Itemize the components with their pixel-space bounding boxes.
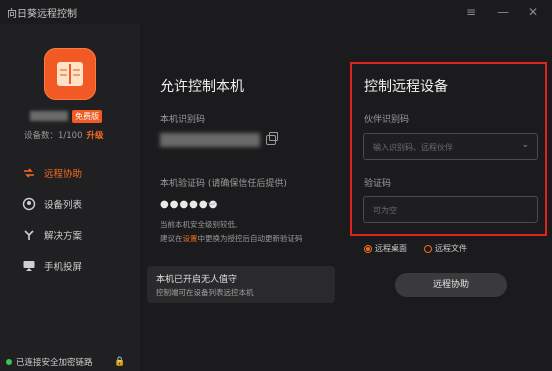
local-code-label: 本机验证码 (请确保信任后提供) <box>160 179 287 189</box>
settings-link[interactable]: 设置 <box>183 234 198 243</box>
eye-hidden-icon[interactable]: ︶ <box>207 200 216 213</box>
title-bar: 向日葵远程控制 ≡ — ✕ <box>0 0 552 24</box>
radio-remote-desktop[interactable]: 远程桌面 <box>364 243 407 254</box>
minimize-icon[interactable]: — <box>494 3 512 21</box>
remote-assist-icon <box>22 166 36 180</box>
device-count: 设备数：1/100 升级 <box>24 131 104 141</box>
close-icon[interactable]: ✕ <box>524 3 542 21</box>
radio-selected-icon[interactable] <box>364 244 372 253</box>
copy-icon[interactable] <box>266 132 278 145</box>
radio-unselected-icon[interactable] <box>424 244 432 253</box>
app-logo <box>44 48 96 100</box>
partner-id-input[interactable]: 输入识别码、远程伙伴 ⌄ <box>363 133 538 160</box>
status-dot <box>6 359 12 365</box>
sidebar-item-screen-cast[interactable]: 手机投屏 <box>22 256 82 276</box>
upgrade-link[interactable]: 升级 <box>87 131 104 141</box>
chevron-down-icon[interactable]: ⌄ <box>521 140 529 150</box>
device-list-icon <box>22 197 36 211</box>
verify-code-input[interactable]: 可为空 <box>363 196 538 223</box>
unattended-notice: 本机已开启无人值守 控制端可在设备列表远控本机 <box>147 266 335 303</box>
solution-icon <box>22 228 36 242</box>
screen-cast-icon <box>22 259 36 273</box>
allow-control-title: 允许控制本机 <box>160 79 244 95</box>
lock-icon[interactable]: 🔒 <box>114 357 125 367</box>
menu-icon[interactable]: ≡ <box>462 3 480 21</box>
book-icon <box>57 62 83 86</box>
sidebar-item-device-list[interactable]: 设备列表 <box>22 194 82 214</box>
user-name-masked <box>30 111 68 121</box>
sidebar: 免费版 设备数：1/100 升级 远程协助 设备列表 解决方案 手机投屏 <box>0 24 140 371</box>
radio-remote-file[interactable]: 远程文件 <box>424 243 467 254</box>
app-title: 向日葵远程控制 <box>7 9 77 20</box>
security-note-line2: 建议在设置中更换为授控后自动更新验证码 <box>160 234 303 243</box>
user-info: 免费版 <box>30 109 102 123</box>
local-id-masked <box>160 133 260 147</box>
sidebar-item-remote-assist[interactable]: 远程协助 <box>22 163 82 183</box>
local-id-label: 本机识别码 <box>160 115 206 125</box>
sidebar-item-solution[interactable]: 解决方案 <box>22 225 82 245</box>
verify-code-label: 验证码 <box>364 179 392 189</box>
security-note-line1: 当前本机安全级别较低, <box>160 220 238 229</box>
connection-status: 已连接安全加密链路 <box>6 356 93 368</box>
control-remote-title: 控制远程设备 <box>364 79 448 95</box>
edition-badge: 免费版 <box>72 109 102 123</box>
partner-id-label: 伙伴识别码 <box>364 115 410 125</box>
remote-assist-button[interactable]: 远程协助 <box>395 273 507 297</box>
